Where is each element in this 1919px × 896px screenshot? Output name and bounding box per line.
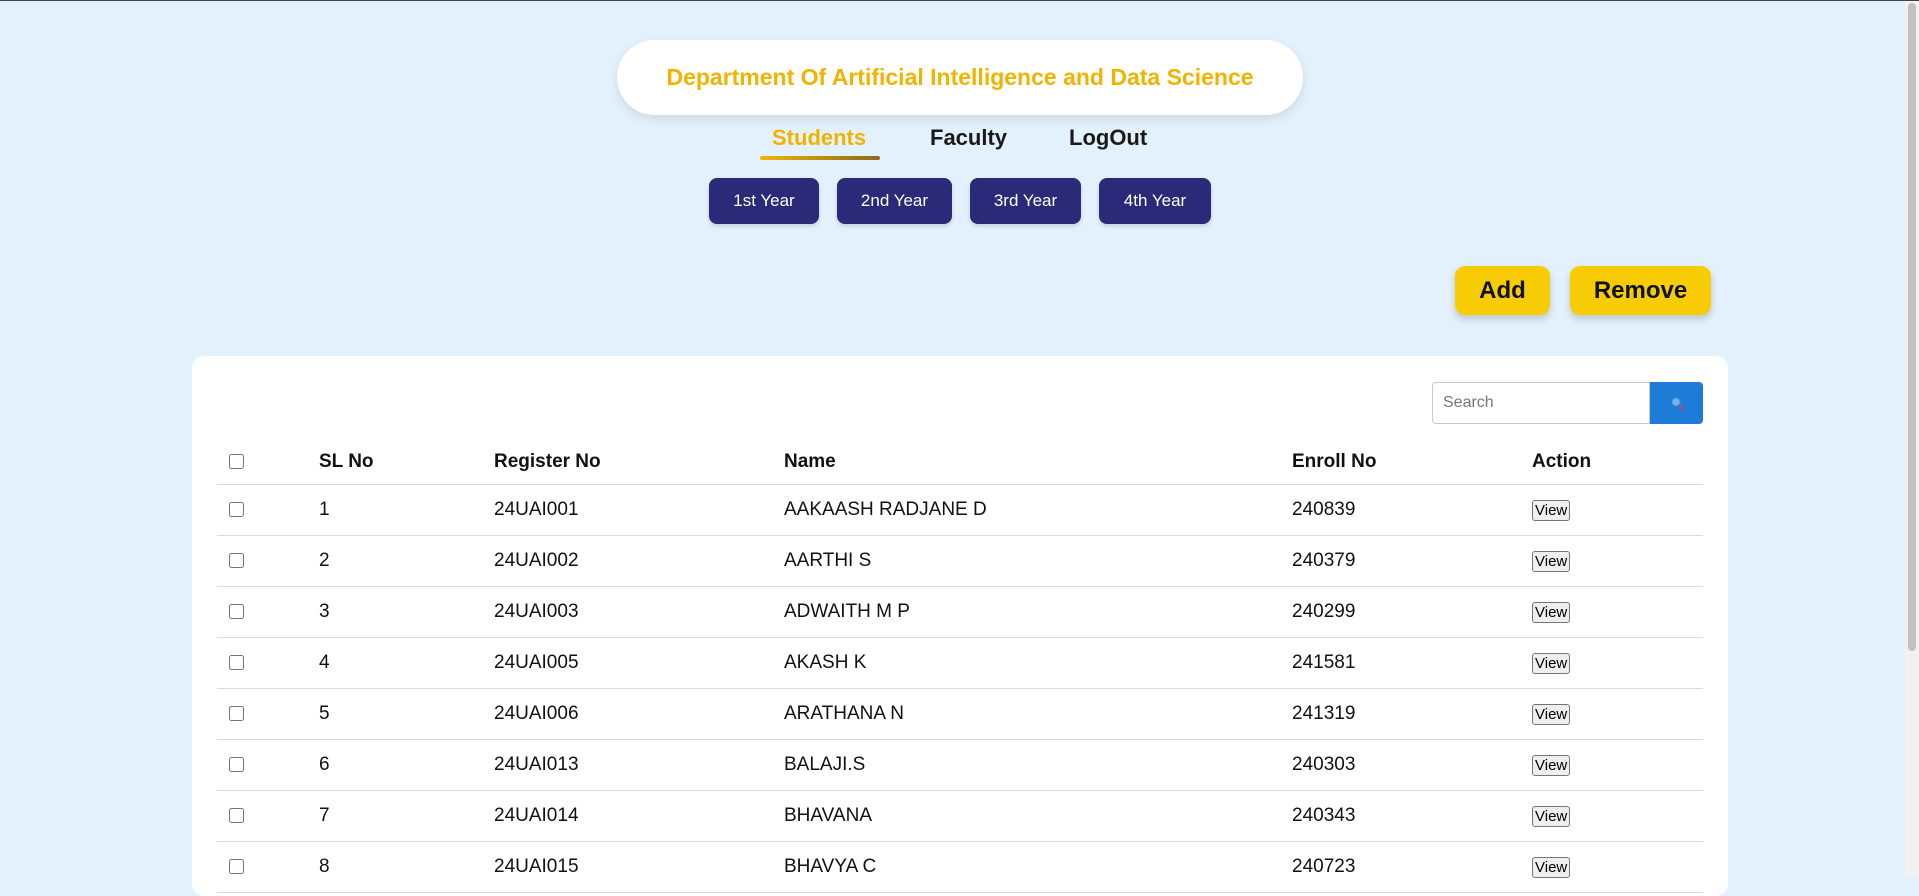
table-row: 5 24UAI006 ARATHANA N 241319 View bbox=[217, 688, 1703, 740]
view-button[interactable]: View bbox=[1532, 857, 1571, 878]
students-table: SL No Register No Name Enroll No Action … bbox=[217, 439, 1703, 893]
view-button[interactable]: View bbox=[1532, 551, 1571, 572]
cell-name: ARATHANA N bbox=[784, 688, 1292, 740]
cell-register-no: 24UAI005 bbox=[494, 637, 784, 689]
column-header-name: Name bbox=[784, 439, 1292, 485]
view-button[interactable]: View bbox=[1532, 704, 1571, 725]
cell-register-no: 24UAI015 bbox=[494, 841, 784, 893]
cell-register-no: 24UAI001 bbox=[494, 484, 784, 536]
table-row: 1 24UAI001 AAKAASH RADJANE D 240839 View bbox=[217, 484, 1703, 536]
nav-faculty[interactable]: Faculty bbox=[930, 125, 1007, 151]
view-button[interactable]: View bbox=[1532, 500, 1571, 521]
remove-button[interactable]: Remove bbox=[1570, 266, 1711, 315]
row-checkbox[interactable] bbox=[229, 757, 244, 773]
table-header-row: SL No Register No Name Enroll No Action bbox=[217, 439, 1703, 485]
view-button[interactable]: View bbox=[1532, 755, 1571, 776]
cell-register-no: 24UAI014 bbox=[494, 790, 784, 842]
cell-name: BHAVYA C bbox=[784, 841, 1292, 893]
cell-name: BHAVANA bbox=[784, 790, 1292, 842]
table-row: 6 24UAI013 BALAJI.S 240303 View bbox=[217, 739, 1703, 791]
column-header-enroll-no: Enroll No bbox=[1292, 439, 1532, 485]
year-3-button[interactable]: 3rd Year bbox=[970, 178, 1081, 224]
select-all-checkbox[interactable] bbox=[229, 453, 244, 469]
table-row: 7 24UAI014 BHAVANA 240343 View bbox=[217, 790, 1703, 842]
add-button[interactable]: Add bbox=[1455, 266, 1550, 315]
cell-register-no: 24UAI002 bbox=[494, 535, 784, 587]
column-header-action: Action bbox=[1532, 439, 1703, 485]
cell-register-no: 24UAI006 bbox=[494, 688, 784, 740]
cell-sl-no: 6 bbox=[319, 739, 494, 791]
cell-sl-no: 8 bbox=[319, 841, 494, 893]
row-checkbox[interactable] bbox=[229, 808, 244, 824]
cell-sl-no: 7 bbox=[319, 790, 494, 842]
nav-students[interactable]: Students bbox=[772, 125, 866, 151]
view-button[interactable]: View bbox=[1532, 653, 1571, 674]
table-row: 3 24UAI003 ADWAITH M P 240299 View bbox=[217, 586, 1703, 638]
row-checkbox[interactable] bbox=[229, 706, 244, 722]
row-checkbox[interactable] bbox=[229, 553, 244, 569]
year-4-button[interactable]: 4th Year bbox=[1099, 178, 1211, 224]
cell-name: ADWAITH M P bbox=[784, 586, 1292, 638]
table-row: 8 24UAI015 BHAVYA C 240723 View bbox=[217, 841, 1703, 893]
cell-name: AAKAASH RADJANE D bbox=[784, 484, 1292, 536]
view-button[interactable]: View bbox=[1532, 602, 1571, 623]
cell-enroll-no: 240343 bbox=[1292, 790, 1532, 842]
row-checkbox[interactable] bbox=[229, 604, 244, 620]
cell-register-no: 24UAI003 bbox=[494, 586, 784, 638]
search-input[interactable] bbox=[1432, 382, 1650, 424]
cell-enroll-no: 240723 bbox=[1292, 841, 1532, 893]
column-header-sl-no: SL No bbox=[319, 439, 494, 485]
cell-name: AARTHI S bbox=[784, 535, 1292, 587]
table-row: 2 24UAI002 AARTHI S 240379 View bbox=[217, 535, 1703, 587]
page-scrollbar[interactable] bbox=[1905, 1, 1919, 878]
cell-sl-no: 4 bbox=[319, 637, 494, 689]
main-nav: Students Faculty LogOut bbox=[0, 125, 1919, 161]
cell-sl-no: 1 bbox=[319, 484, 494, 536]
row-checkbox[interactable] bbox=[229, 502, 244, 518]
nav-logout[interactable]: LogOut bbox=[1069, 125, 1147, 151]
cell-enroll-no: 240303 bbox=[1292, 739, 1532, 791]
view-button[interactable]: View bbox=[1532, 806, 1571, 827]
row-checkbox[interactable] bbox=[229, 655, 244, 671]
search-button[interactable] bbox=[1650, 382, 1703, 424]
cell-sl-no: 5 bbox=[319, 688, 494, 740]
page-title-banner: Department Of Artificial Intelligence an… bbox=[617, 40, 1303, 115]
table-row: 4 24UAI005 AKASH K 241581 View bbox=[217, 637, 1703, 689]
active-tab-indicator bbox=[760, 156, 880, 160]
cell-enroll-no: 240379 bbox=[1292, 535, 1532, 587]
year-1-button[interactable]: 1st Year bbox=[709, 178, 819, 224]
cell-name: AKASH K bbox=[784, 637, 1292, 689]
page-title: Department Of Artificial Intelligence an… bbox=[666, 64, 1254, 90]
cell-register-no: 24UAI013 bbox=[494, 739, 784, 791]
cell-name: BALAJI.S bbox=[784, 739, 1292, 791]
cell-sl-no: 3 bbox=[319, 586, 494, 638]
cell-enroll-no: 240839 bbox=[1292, 484, 1532, 536]
year-2-button[interactable]: 2nd Year bbox=[837, 178, 952, 224]
scrollbar-thumb[interactable] bbox=[1908, 3, 1916, 651]
search-icon bbox=[1671, 397, 1683, 410]
row-checkbox[interactable] bbox=[229, 859, 244, 875]
cell-enroll-no: 241581 bbox=[1292, 637, 1532, 689]
column-header-register-no: Register No bbox=[494, 439, 784, 485]
cell-enroll-no: 241319 bbox=[1292, 688, 1532, 740]
cell-enroll-no: 240299 bbox=[1292, 586, 1532, 638]
cell-sl-no: 2 bbox=[319, 535, 494, 587]
